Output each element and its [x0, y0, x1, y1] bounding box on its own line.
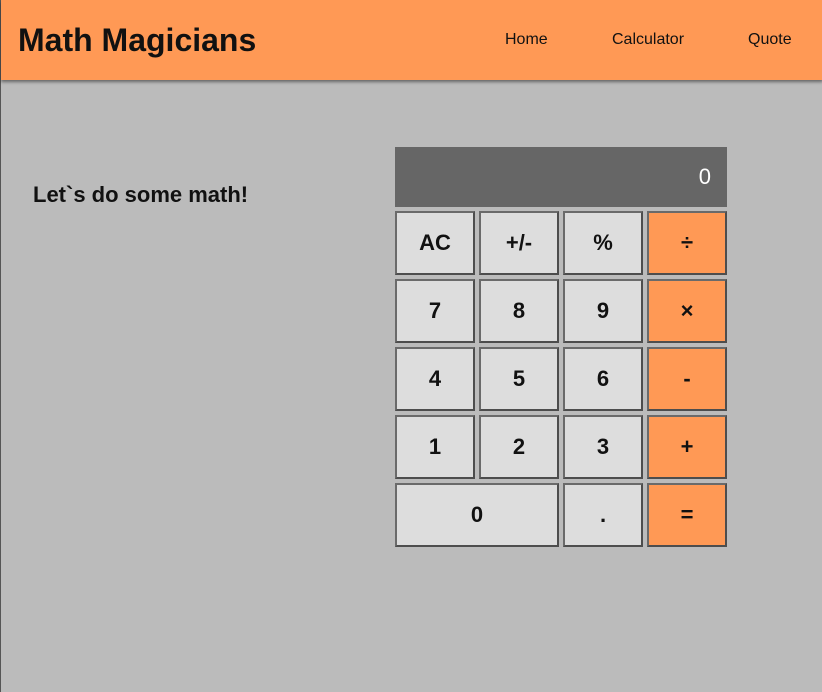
key-equals[interactable]: = [647, 483, 727, 547]
key-digit-9[interactable]: 9 [563, 279, 643, 343]
key-digit-1[interactable]: 1 [395, 415, 475, 479]
calculator-keypad: AC +/- % ÷ 7 8 9 × 4 5 6 - 1 2 3 + 0 . = [395, 211, 727, 547]
key-decimal[interactable]: . [563, 483, 643, 547]
nav-link-calculator[interactable]: Calculator [612, 30, 684, 50]
nav-link-quote[interactable]: Quote [748, 30, 792, 50]
key-divide[interactable]: ÷ [647, 211, 727, 275]
key-digit-8[interactable]: 8 [479, 279, 559, 343]
key-digit-4[interactable]: 4 [395, 347, 475, 411]
calculator: 0 AC +/- % ÷ 7 8 9 × 4 5 6 - 1 2 3 + 0 .… [395, 147, 727, 547]
key-digit-3[interactable]: 3 [563, 415, 643, 479]
key-digit-6[interactable]: 6 [563, 347, 643, 411]
key-digit-7[interactable]: 7 [395, 279, 475, 343]
navbar: Math Magicians Home Calculator Quote [1, 0, 822, 80]
key-all-clear[interactable]: AC [395, 211, 475, 275]
page-heading: Let`s do some math! [33, 182, 249, 208]
nav-link-home[interactable]: Home [505, 30, 548, 50]
key-toggle-sign[interactable]: +/- [479, 211, 559, 275]
key-percent[interactable]: % [563, 211, 643, 275]
key-digit-0[interactable]: 0 [395, 483, 559, 547]
calculator-display: 0 [395, 147, 727, 207]
key-digit-2[interactable]: 2 [479, 415, 559, 479]
key-add[interactable]: + [647, 415, 727, 479]
key-subtract[interactable]: - [647, 347, 727, 411]
app-title: Math Magicians [18, 22, 257, 58]
key-digit-5[interactable]: 5 [479, 347, 559, 411]
key-multiply[interactable]: × [647, 279, 727, 343]
